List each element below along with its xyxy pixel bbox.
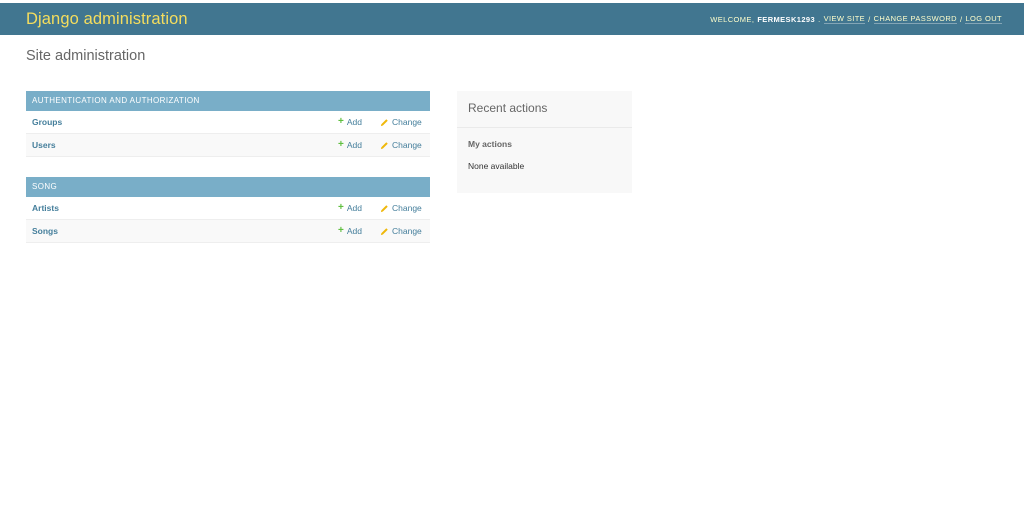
- change-label: Change: [392, 203, 422, 213]
- username: FERMESK1293: [757, 14, 816, 24]
- module-song: SONG Artists + Add Change Songs + Add Ch…: [26, 177, 430, 243]
- my-actions-heading: My actions: [468, 139, 512, 149]
- plus-icon: +: [338, 202, 344, 213]
- separator: /: [959, 14, 963, 24]
- change-password-link[interactable]: CHANGE PASSWORD: [873, 14, 957, 24]
- add-label: Add: [346, 203, 362, 213]
- page-title: Site administration: [26, 48, 146, 64]
- recent-actions-panel: Recent actions My actions None available: [457, 91, 632, 193]
- model-link-groups[interactable]: Groups: [26, 117, 338, 127]
- add-groups-button[interactable]: + Add: [338, 116, 380, 128]
- model-row-users: Users + Add Change: [26, 134, 430, 157]
- app-modules: AUTHENTICATION AND AUTHORIZATION Groups …: [26, 91, 430, 263]
- change-label: Change: [392, 226, 422, 236]
- user-tools: WELCOME, FERMESK1293. VIEW SITE / CHANGE…: [710, 14, 1002, 24]
- add-songs-button[interactable]: + Add: [338, 225, 380, 237]
- module-caption[interactable]: SONG: [26, 177, 430, 197]
- add-artists-button[interactable]: + Add: [338, 202, 380, 214]
- view-site-link[interactable]: VIEW SITE: [823, 14, 866, 24]
- separator: /: [868, 14, 871, 24]
- add-users-button[interactable]: + Add: [338, 139, 380, 151]
- add-label: Add: [346, 117, 362, 127]
- model-link-users[interactable]: Users: [26, 140, 338, 150]
- add-label: Add: [346, 226, 362, 236]
- model-link-artists[interactable]: Artists: [26, 203, 338, 213]
- site-branding[interactable]: Django administration: [26, 10, 188, 29]
- model-row-groups: Groups + Add Change: [26, 111, 430, 134]
- pencil-icon: [380, 141, 388, 149]
- header-bar: Django administration WELCOME, FERMESK12…: [0, 3, 1024, 35]
- model-link-songs[interactable]: Songs: [26, 226, 338, 236]
- change-songs-button[interactable]: Change: [380, 226, 430, 236]
- plus-icon: +: [338, 116, 344, 127]
- plus-icon: +: [338, 225, 344, 236]
- change-label: Change: [392, 117, 422, 127]
- no-actions-text: None available: [468, 161, 525, 171]
- change-users-button[interactable]: Change: [380, 140, 430, 150]
- recent-actions-title: Recent actions: [457, 91, 632, 128]
- log-out-link[interactable]: LOG OUT: [965, 14, 1002, 24]
- change-groups-button[interactable]: Change: [380, 117, 430, 127]
- pencil-icon: [380, 227, 388, 235]
- change-artists-button[interactable]: Change: [380, 203, 430, 213]
- add-label: Add: [346, 140, 362, 150]
- model-row-songs: Songs + Add Change: [26, 220, 430, 243]
- change-label: Change: [392, 140, 422, 150]
- model-row-artists: Artists + Add Change: [26, 197, 430, 220]
- pencil-icon: [380, 118, 388, 126]
- module-caption[interactable]: AUTHENTICATION AND AUTHORIZATION: [26, 91, 430, 111]
- pencil-icon: [380, 204, 388, 212]
- welcome-text: WELCOME,: [710, 14, 755, 24]
- module-auth: AUTHENTICATION AND AUTHORIZATION Groups …: [26, 91, 430, 157]
- content: Site administration AUTHENTICATION AND A…: [0, 48, 1024, 243]
- plus-icon: +: [338, 139, 344, 150]
